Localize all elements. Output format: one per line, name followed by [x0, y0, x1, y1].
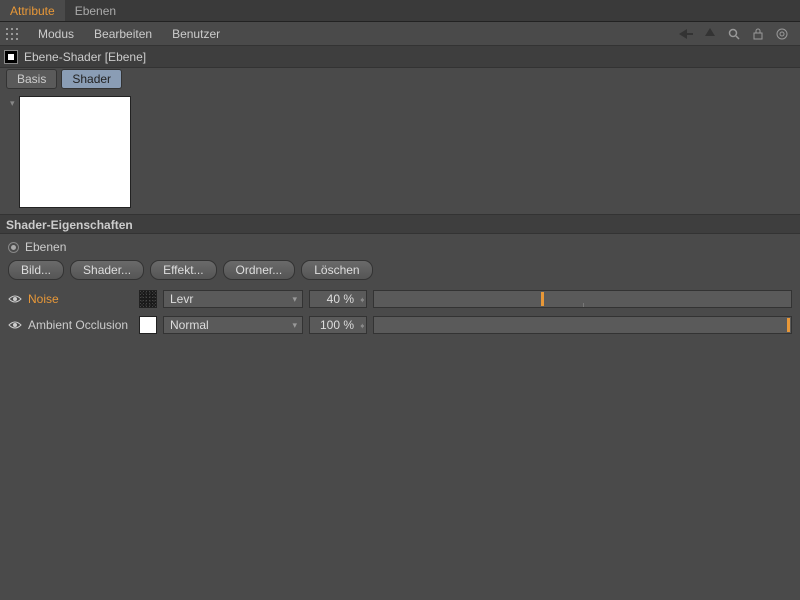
layer-list: Noise Levr 40 % Ambient Occlusion Normal… [0, 288, 800, 336]
object-header: Ebene-Shader [Ebene] [0, 46, 800, 68]
opacity-slider[interactable] [373, 316, 792, 334]
grid-icon[interactable] [4, 26, 20, 42]
nav-up-icon[interactable] [702, 26, 718, 42]
layer-row: Ambient Occlusion Normal 100 % [8, 314, 792, 336]
layer-name[interactable]: Noise [28, 292, 133, 306]
radio-ebenen[interactable] [8, 242, 19, 253]
opacity-field[interactable]: 100 % [309, 316, 367, 334]
opacity-field[interactable]: 40 % [309, 290, 367, 308]
button-row: Bild... Shader... Effekt... Ordner... Lö… [0, 260, 800, 288]
layer-row: Noise Levr 40 % [8, 288, 792, 310]
menu-benutzer[interactable]: Benutzer [162, 27, 230, 41]
loeschen-button[interactable]: Löschen [301, 260, 372, 280]
visibility-icon[interactable] [8, 294, 22, 304]
nav-back-icon[interactable] [678, 26, 694, 42]
lock-icon[interactable] [750, 26, 766, 42]
sub-tab-bar: Basis Shader [0, 68, 800, 90]
radio-row: Ebenen [0, 234, 800, 260]
bild-button[interactable]: Bild... [8, 260, 64, 280]
top-tab-bar: Attribute Ebenen [0, 0, 800, 22]
menu-bearbeiten[interactable]: Bearbeiten [84, 27, 162, 41]
subtab-shader[interactable]: Shader [61, 69, 122, 89]
blend-mode-dropdown[interactable]: Normal [163, 316, 303, 334]
ordner-button[interactable]: Ordner... [223, 260, 296, 280]
menu-modus[interactable]: Modus [28, 27, 84, 41]
layer-name[interactable]: Ambient Occlusion [28, 318, 133, 332]
object-title: Ebene-Shader [Ebene] [24, 50, 146, 64]
radio-ebenen-label: Ebenen [25, 240, 66, 254]
disclosure-triangle-icon[interactable]: ▾ [10, 98, 15, 109]
effekt-button[interactable]: Effekt... [150, 260, 216, 280]
tab-ebenen[interactable]: Ebenen [65, 0, 126, 21]
blend-mode-dropdown[interactable]: Levr [163, 290, 303, 308]
shader-icon [4, 50, 18, 64]
layer-thumbnail[interactable] [139, 316, 157, 334]
section-header: Shader-Eigenschaften [0, 214, 800, 234]
visibility-icon[interactable] [8, 320, 22, 330]
opacity-slider[interactable] [373, 290, 792, 308]
layer-thumbnail[interactable] [139, 290, 157, 308]
menu-bar: Modus Bearbeiten Benutzer [0, 22, 800, 46]
shader-button[interactable]: Shader... [70, 260, 144, 280]
tab-attribute[interactable]: Attribute [0, 0, 65, 21]
search-icon[interactable] [726, 26, 742, 42]
target-icon[interactable] [774, 26, 790, 42]
preview-area: ▾ [0, 90, 800, 214]
subtab-basis[interactable]: Basis [6, 69, 57, 89]
shader-preview[interactable] [19, 96, 131, 208]
